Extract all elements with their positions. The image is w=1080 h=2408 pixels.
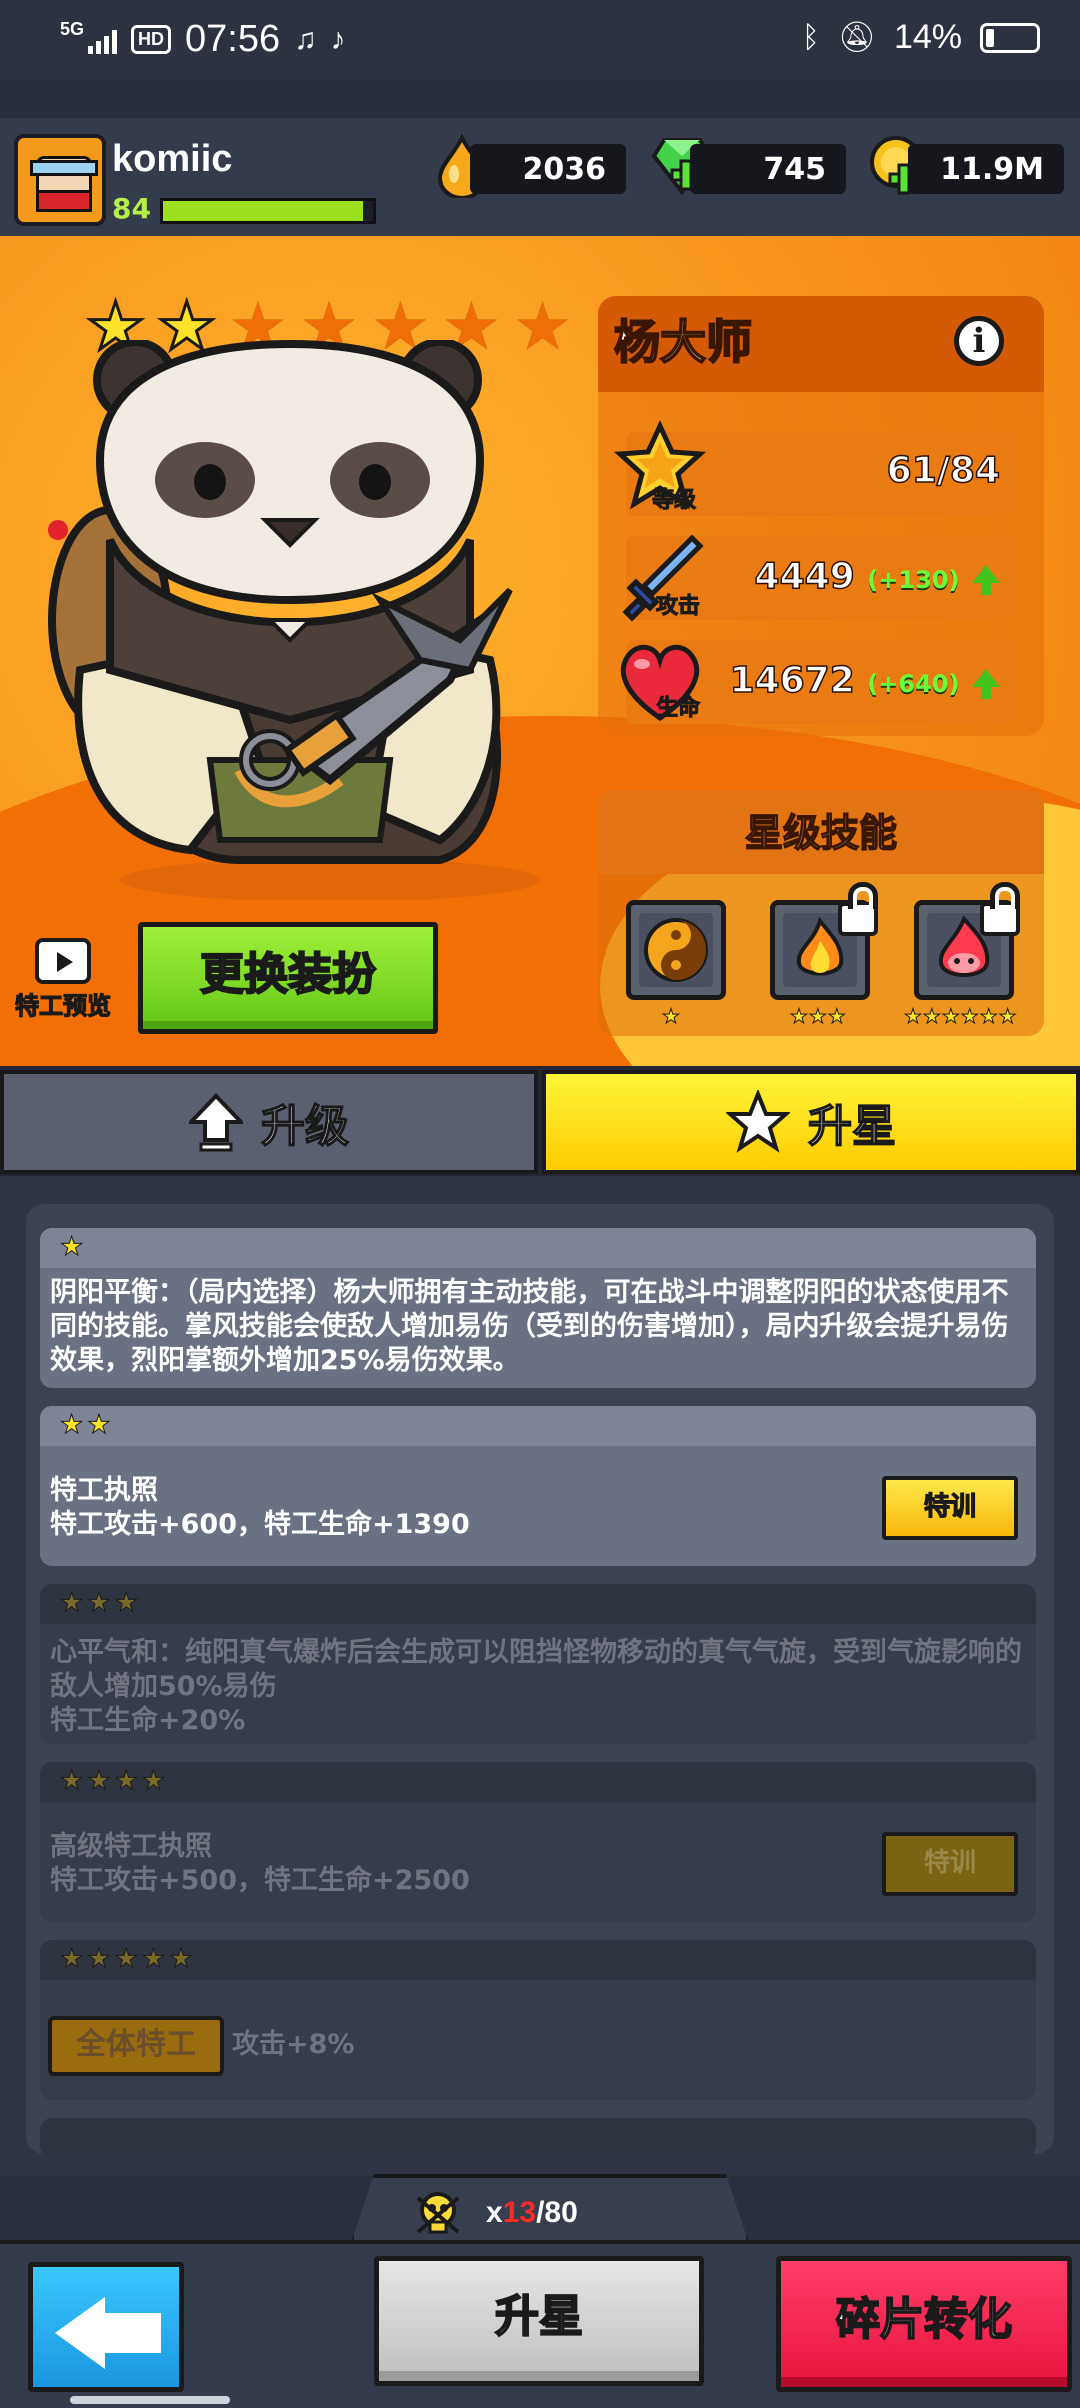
- music-listen-icon: ♫: [294, 22, 317, 56]
- battery-icon: [980, 22, 1040, 53]
- card-1-stars: ★: [59, 1232, 88, 1263]
- star-card-5: ★★★★★ 全体特工 攻击+8%: [40, 1940, 1036, 2100]
- tab-upgrade[interactable]: 升级: [0, 1070, 538, 1174]
- skill-1-stars: ★: [662, 1004, 681, 1029]
- player-level: 84: [112, 192, 151, 225]
- card-4-title: 高级特工执照: [50, 1831, 212, 1862]
- status-bar: 5G HD 07:56 ♫ ♪ ᛒ 🔕︎ 14%: [0, 0, 1080, 80]
- clock: 07:56: [185, 18, 281, 60]
- attack-value: 4449 (+130): [754, 555, 1000, 598]
- card-2-stars: ★★: [60, 1410, 115, 1441]
- card-2-bonus: 特工攻击+600，特工生命+1390: [50, 1509, 470, 1540]
- hp-value: 14672 (+640): [729, 659, 1000, 702]
- star-card-3: ★★★ 心平气和：纯阳真气爆炸后会生成可以阻挡怪物移动的真气气旋，受到气旋影响的…: [40, 1584, 1036, 1744]
- agent-preview-button[interactable]: 特工预览: [8, 930, 118, 1030]
- oil-amount: 2036: [470, 144, 626, 194]
- mute-icon: 🔕︎: [837, 21, 876, 54]
- star-skills-title: 星级技能: [744, 810, 898, 856]
- hp-up-arrow-icon: [972, 669, 1000, 699]
- video-play-icon: [35, 938, 91, 984]
- lock-icon: [980, 882, 1020, 936]
- up-arrow-icon: [189, 1093, 243, 1152]
- shard-convert-button[interactable]: 碎片转化: [776, 2256, 1072, 2392]
- level-value: 61/84: [886, 449, 1001, 492]
- card-3-bonus: 特工生命+20%: [50, 1705, 246, 1736]
- player-avatar[interactable]: [14, 134, 106, 226]
- star-card-2: ★★ 特工执照 特工攻击+600，特工生命+1390 特训: [40, 1406, 1036, 1566]
- back-button[interactable]: [28, 2262, 184, 2392]
- heart-icon: 生命: [612, 634, 708, 730]
- shard-count: x13/80: [486, 2196, 578, 2229]
- card-5-bonus: 攻击+8%: [232, 2029, 355, 2060]
- info-icon[interactable]: i: [954, 316, 1004, 366]
- all-agents-badge: 全体特工: [48, 2016, 224, 2076]
- hd-icon: HD: [131, 25, 172, 54]
- card-4-stars: ★★★★: [59, 1766, 170, 1797]
- train-button-locked[interactable]: 特训: [882, 1832, 1018, 1896]
- panda-master-character: [48, 340, 540, 900]
- coin-amount: 11.9M: [908, 144, 1064, 194]
- change-outfit-button[interactable]: 更换装扮: [138, 922, 438, 1034]
- attack-up-arrow-icon: [972, 565, 1000, 595]
- star-card-6-partial: [40, 2118, 1036, 2158]
- gem-amount: 745: [690, 144, 846, 194]
- yin-yang-icon: [639, 913, 713, 987]
- card-5-stars: ★★★★★: [60, 1944, 197, 1975]
- train-button[interactable]: 特训: [882, 1476, 1018, 1540]
- card-1-text: 阴阳平衡：（局内选择）杨大师拥有主动技能，可在战斗中调整阴阳的状态使用不同的技能…: [50, 1277, 1009, 1376]
- battery-percent: 14%: [893, 18, 962, 56]
- level-star-badge-icon: 等级: [612, 420, 708, 516]
- card-3-stars: ★★★: [60, 1588, 142, 1619]
- star-up-button[interactable]: 升星: [374, 2256, 704, 2386]
- card-2-title: 特工执照: [50, 1475, 158, 1506]
- hero-name: 杨大师: [613, 314, 753, 370]
- skill-2-stars: ★★★: [790, 1004, 847, 1029]
- skull-shard-icon: [416, 2192, 460, 2234]
- tiktok-icon: ♪: [330, 22, 346, 56]
- lock-icon: [838, 882, 878, 936]
- skill-3-stars: ★★★★★★: [904, 1004, 1018, 1029]
- tab-star-up[interactable]: 升星: [542, 1070, 1080, 1174]
- card-4-bonus: 特工攻击+500，特工生命+2500: [50, 1865, 470, 1896]
- bluetooth-icon: ᛒ: [801, 20, 820, 54]
- player-name: komiic: [112, 138, 233, 180]
- sword-icon: 攻击: [612, 530, 708, 626]
- skill-slot-1[interactable]: [626, 900, 726, 1000]
- signal-icon: 5G: [60, 19, 118, 54]
- xp-bar: [160, 198, 376, 224]
- card-3-text: 心平气和：纯阳真气爆炸后会生成可以阻挡怪物移动的真气气旋，受到气旋影响的敌人增加…: [50, 1637, 1022, 1702]
- star-card-1: ★ 阴阳平衡：（局内选择）杨大师拥有主动技能，可在战斗中调整阴阳的状态使用不同的…: [40, 1228, 1036, 1388]
- star-card-4: ★★★★ 高级特工执照 特工攻击+500，特工生命+2500 特训: [40, 1762, 1036, 1922]
- home-indicator[interactable]: [70, 2396, 230, 2404]
- screen: 5G HD 07:56 ♫ ♪ ᛒ 🔕︎ 14% komiic 84 2036 …: [0, 0, 1080, 2408]
- star-icon: [726, 1090, 790, 1153]
